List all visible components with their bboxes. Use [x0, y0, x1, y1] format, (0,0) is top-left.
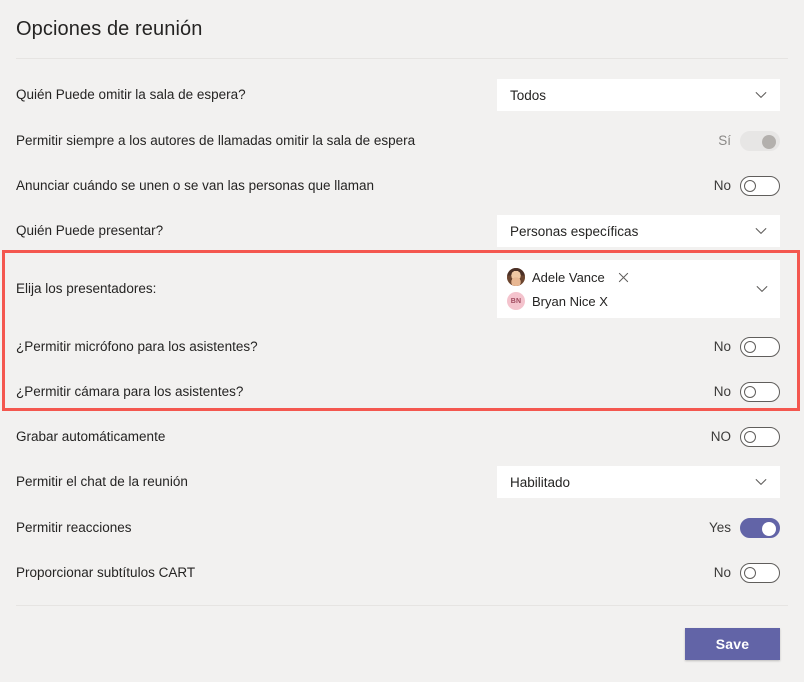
person-name: Adele Vance [532, 269, 605, 285]
option-control: Sí [486, 130, 780, 151]
option-control: No [486, 381, 780, 402]
option-label: Anunciar cuándo se unen o se van las per… [16, 177, 374, 193]
dropdown-value: Personas específicas [510, 223, 639, 239]
toggle-control: No [711, 562, 780, 583]
option-row: Permitir el chat de la reunión Habilitado [0, 459, 804, 505]
option-control: No [486, 175, 780, 196]
option-label: Grabar automáticamente [16, 428, 166, 444]
selected-people-list: Adele Vance BN Bryan Nice X [507, 268, 629, 310]
toggle-knob [744, 340, 756, 353]
dropdown-select[interactable]: Todos [497, 79, 780, 111]
toggle-switch[interactable] [740, 562, 780, 583]
toggle-state-label: Sí [718, 133, 731, 148]
footer-bar: Save [0, 606, 804, 682]
option-control: Adele Vance BN Bryan Nice X [486, 260, 780, 318]
option-label: Proporcionar subtítulos CART [16, 564, 196, 580]
toggle-knob [762, 134, 776, 149]
selected-person[interactable]: BN Bryan Nice X [507, 292, 629, 310]
chevron-down-icon[interactable] [755, 89, 767, 101]
option-control: No [486, 562, 780, 583]
option-row: ¿Permitir micrófono para los asistentes?… [0, 324, 804, 369]
chevron-down-icon[interactable] [755, 476, 767, 488]
dropdown-select[interactable]: Habilitado [497, 466, 780, 498]
toggle-knob [744, 385, 756, 398]
toggle-state-label: NO [710, 429, 731, 444]
toggle-switch[interactable] [740, 517, 780, 538]
save-button[interactable]: Save [685, 628, 780, 660]
dropdown-select[interactable]: Personas específicas [497, 215, 780, 247]
page-title: Opciones de reunión [16, 18, 203, 40]
option-control: Todos [486, 79, 780, 111]
option-control: Personas específicas [486, 215, 780, 247]
option-row: Quién Puede omitir la sala de espera? Tod… [0, 72, 804, 118]
option-row: Permitir reacciones Yes [0, 505, 804, 550]
toggle-knob [762, 521, 776, 536]
option-control: Yes [486, 517, 780, 538]
toggle-switch[interactable] [740, 426, 780, 447]
toggle-state-label: No [713, 339, 731, 354]
chevron-down-icon[interactable] [755, 225, 767, 237]
option-row: ¿Permitir cámara para los asistentes? No [0, 369, 804, 414]
toggle-switch[interactable] [740, 130, 780, 151]
avatar [507, 268, 525, 286]
option-row: Proporcionar subtítulos CART No [0, 550, 804, 595]
option-label: Quién Puede presentar? [16, 223, 164, 238]
option-row: Grabar automáticamente NO [0, 414, 804, 459]
avatar: BN [507, 292, 525, 310]
toggle-control: No [711, 381, 780, 402]
toggle-knob [744, 179, 756, 192]
option-control: NO [486, 426, 780, 447]
toggle-state-label: Yes [708, 520, 731, 535]
toggle-control: NO [710, 426, 780, 447]
dropdown-value: Todos [510, 87, 547, 103]
chevron-down-icon[interactable] [756, 283, 768, 295]
toggle-switch[interactable] [740, 381, 780, 402]
toggle-state-label: No [713, 384, 731, 399]
option-control: No [486, 336, 780, 357]
toggle-state-label: No [713, 178, 731, 193]
toggle-state-label: No [713, 565, 731, 580]
option-label: Permitir reacciones [16, 519, 132, 535]
dropdown-value: Habilitado [510, 474, 571, 490]
toggle-control: Sí [711, 130, 780, 151]
toggle-knob [744, 566, 756, 579]
option-row: Permitir siempre a los autores de llamad… [0, 118, 804, 163]
toggle-switch[interactable] [740, 175, 780, 196]
option-row: Quién Puede presentar? Personas específic… [0, 208, 804, 254]
selected-person[interactable]: Adele Vance [507, 268, 629, 286]
option-label: Permitir siempre a los autores de llamad… [16, 132, 416, 148]
option-row: Anunciar cuándo se unen o se van las per… [0, 163, 804, 208]
option-row: Elija los presentadores: Adele Vance BN Bry… [0, 254, 804, 324]
option-label: Quién Puede omitir la sala de espera? [16, 87, 246, 102]
page-header: Opciones de reunión [0, 0, 804, 42]
person-name: Bryan Nice X [532, 293, 608, 309]
option-label: ¿Permitir cámara para los asistentes? [16, 383, 244, 399]
header-divider [16, 58, 788, 59]
option-label: ¿Permitir micrófono para los asistentes? [16, 338, 258, 354]
option-label: Elija los presentadores: [16, 281, 157, 296]
option-control: Habilitado [486, 466, 780, 498]
toggle-control: No [711, 336, 780, 357]
toggle-control: No [711, 175, 780, 196]
close-icon[interactable] [618, 272, 629, 283]
toggle-switch[interactable] [740, 336, 780, 357]
meeting-options-list: Quién Puede omitir la sala de espera? Tod… [0, 72, 804, 595]
toggle-knob [744, 430, 756, 443]
option-label: Permitir el chat de la reunión [16, 474, 188, 489]
presenters-people-picker[interactable]: Adele Vance BN Bryan Nice X [497, 260, 780, 318]
toggle-control: Yes [708, 517, 780, 538]
